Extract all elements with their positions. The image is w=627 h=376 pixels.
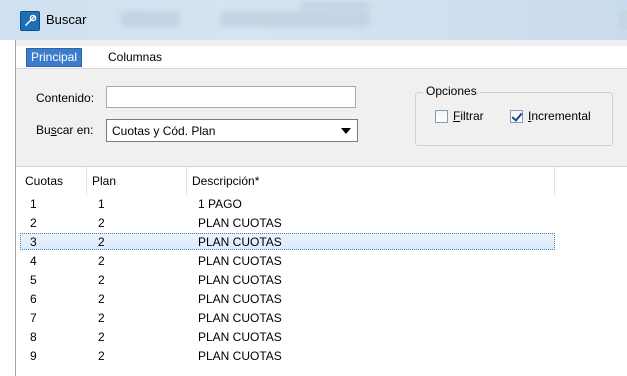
cell-descripcion: PLAN CUOTAS bbox=[198, 216, 282, 230]
cell-plan: 2 bbox=[98, 216, 105, 230]
cell-plan: 2 bbox=[98, 292, 105, 306]
title-bar: Buscar bbox=[0, 0, 627, 40]
table-row[interactable]: 8 2 PLAN CUOTAS bbox=[16, 328, 627, 347]
filtrar-label: Filtrar bbox=[453, 109, 484, 123]
cell-descripcion: PLAN CUOTAS bbox=[198, 349, 282, 363]
window-title: Buscar bbox=[46, 12, 87, 27]
table-row[interactable]: 9 2 PLAN CUOTAS bbox=[16, 347, 627, 366]
incremental-label: Incremental bbox=[528, 109, 591, 123]
cell-plan: 2 bbox=[98, 330, 105, 344]
cell-descripcion: PLAN CUOTAS bbox=[198, 330, 282, 344]
blurred-title-segment bbox=[300, 2, 370, 10]
table-row[interactable]: 5 2 PLAN CUOTAS bbox=[16, 271, 627, 290]
contenido-label: Contenido: bbox=[36, 91, 95, 105]
chevron-down-icon bbox=[341, 128, 351, 134]
results-grid: 1 1 1 PAGO 2 2 PLAN CUOTAS 3 2 PLAN CUOTAS 4 2 PLAN… bbox=[16, 195, 627, 376]
grid-header: Cuotas Plan Descripción* bbox=[16, 166, 627, 196]
cell-descripcion: 1 PAGO bbox=[198, 197, 242, 211]
column-header-descripcion[interactable]: Descripción* bbox=[187, 167, 555, 195]
cell-cuotas: 5 bbox=[30, 273, 37, 287]
cell-descripcion: PLAN CUOTAS bbox=[198, 235, 282, 249]
cell-plan: 2 bbox=[98, 349, 105, 363]
window-controls[interactable] bbox=[619, 10, 627, 30]
cell-cuotas: 9 bbox=[30, 349, 37, 363]
cell-plan: 2 bbox=[98, 311, 105, 325]
cell-plan: 1 bbox=[98, 197, 105, 211]
blurred-title-segment bbox=[120, 11, 180, 27]
column-header-cuotas[interactable]: Cuotas bbox=[20, 167, 87, 195]
cell-descripcion: PLAN CUOTAS bbox=[198, 311, 282, 325]
table-row[interactable]: 1 1 1 PAGO bbox=[16, 195, 627, 214]
cell-cuotas: 8 bbox=[30, 330, 37, 344]
search-app-icon bbox=[20, 11, 40, 31]
buscar-en-value: Cuotas y Cód. Plan bbox=[112, 124, 216, 138]
table-row[interactable]: 6 2 PLAN CUOTAS bbox=[16, 290, 627, 309]
table-row[interactable]: 3 2 PLAN CUOTAS bbox=[16, 233, 627, 252]
table-row[interactable]: 4 2 PLAN CUOTAS bbox=[16, 252, 627, 271]
table-row[interactable]: 2 2 PLAN CUOTAS bbox=[16, 214, 627, 233]
tab-strip: Principal Columnas bbox=[16, 46, 627, 69]
tab-principal[interactable]: Principal bbox=[26, 48, 83, 67]
column-header-plan[interactable]: Plan bbox=[87, 167, 187, 195]
cell-cuotas: 6 bbox=[30, 292, 37, 306]
contenido-input[interactable] bbox=[106, 86, 356, 108]
options-legend: Opciones bbox=[423, 84, 480, 98]
cell-plan: 2 bbox=[98, 235, 105, 249]
cell-plan: 2 bbox=[98, 254, 105, 268]
cell-plan: 2 bbox=[98, 273, 105, 287]
tab-columnas[interactable]: Columnas bbox=[104, 48, 166, 66]
blurred-title-segment bbox=[220, 11, 370, 27]
cell-cuotas: 2 bbox=[30, 216, 37, 230]
cell-descripcion: PLAN CUOTAS bbox=[198, 292, 282, 306]
cell-cuotas: 1 bbox=[30, 197, 37, 211]
buscar-en-label: Buscar en: bbox=[36, 123, 94, 137]
cell-cuotas: 7 bbox=[30, 311, 37, 325]
buscar-en-select[interactable]: Cuotas y Cód. Plan bbox=[106, 119, 358, 142]
cell-descripcion: PLAN CUOTAS bbox=[198, 254, 282, 268]
filtrar-checkbox[interactable] bbox=[435, 110, 448, 123]
cell-cuotas: 3 bbox=[30, 235, 37, 249]
table-row[interactable]: 7 2 PLAN CUOTAS bbox=[16, 309, 627, 328]
incremental-checkbox[interactable] bbox=[510, 110, 523, 123]
cell-descripcion: PLAN CUOTAS bbox=[198, 273, 282, 287]
cell-cuotas: 4 bbox=[30, 254, 37, 268]
